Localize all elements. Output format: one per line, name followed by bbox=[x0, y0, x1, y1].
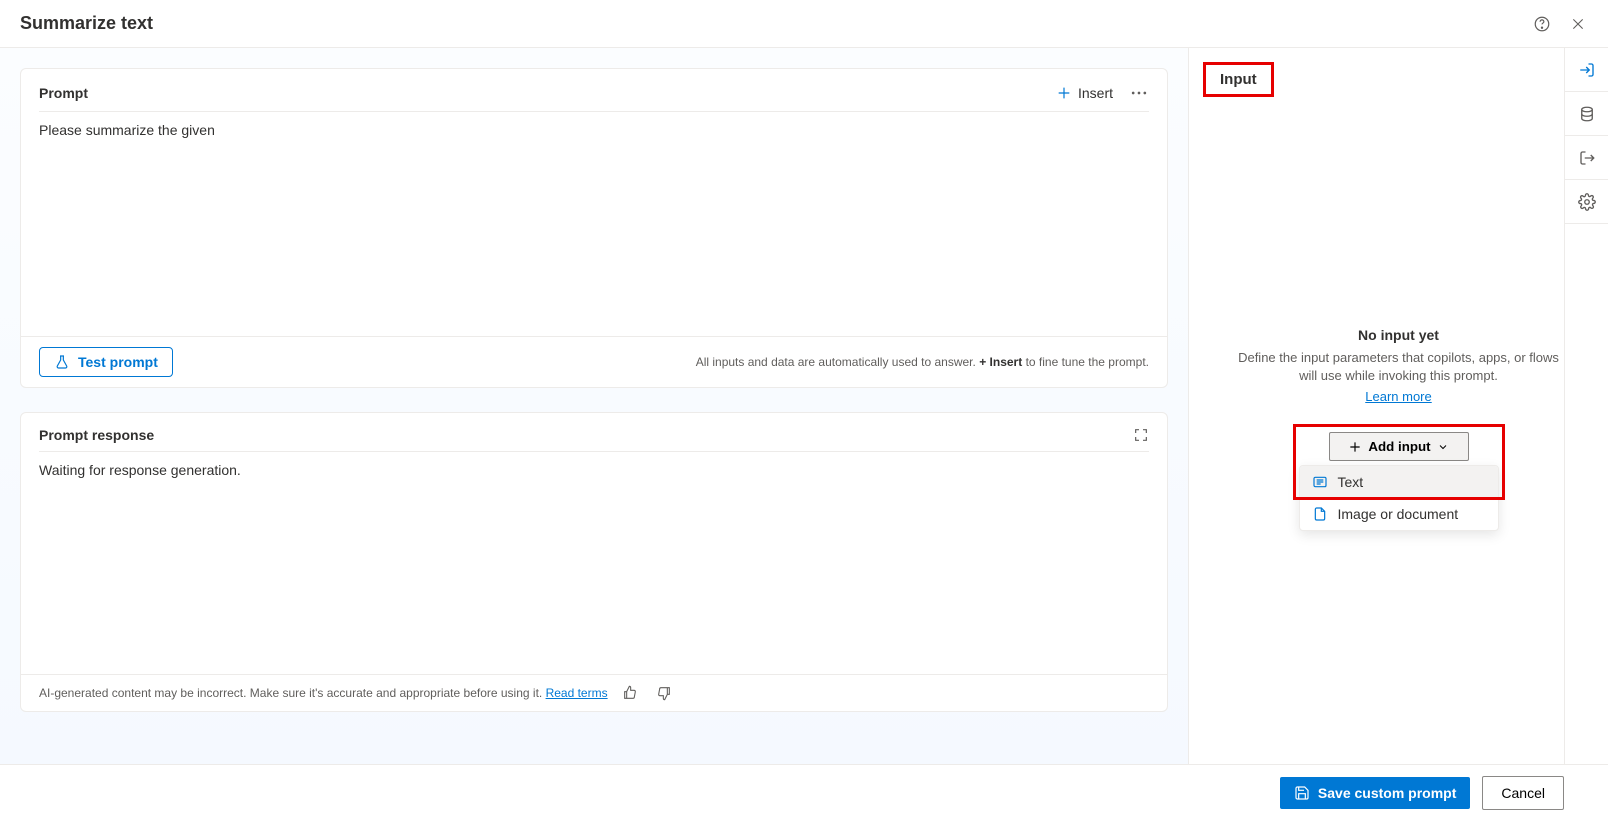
header-bar: Summarize text bbox=[0, 0, 1608, 48]
chevron-down-icon bbox=[1437, 441, 1449, 453]
dropdown-text-label: Text bbox=[1338, 474, 1364, 490]
dropdown-item-text[interactable]: Text bbox=[1300, 466, 1498, 498]
more-button[interactable] bbox=[1129, 83, 1149, 103]
right-rail bbox=[1564, 48, 1608, 764]
empty-description: Define the input parameters that copilot… bbox=[1229, 349, 1568, 385]
rail-input-icon[interactable] bbox=[1565, 48, 1608, 92]
response-title: Prompt response bbox=[39, 427, 154, 443]
page-title: Summarize text bbox=[20, 13, 153, 34]
input-tab[interactable]: Input bbox=[1203, 62, 1274, 97]
document-icon bbox=[1312, 506, 1328, 522]
dropdown-item-image[interactable]: Image or document bbox=[1300, 498, 1498, 530]
add-input-group: Add input Text Image or document bbox=[1299, 432, 1499, 531]
response-footer: AI-generated content may be incorrect. M… bbox=[21, 674, 1167, 711]
thumbs-down-icon[interactable] bbox=[656, 685, 672, 701]
rail-data-icon[interactable] bbox=[1565, 92, 1608, 136]
bottom-bar: Save custom prompt Cancel bbox=[0, 764, 1608, 820]
save-label: Save custom prompt bbox=[1318, 785, 1456, 801]
response-card: Prompt response Waiting for response gen… bbox=[20, 412, 1168, 712]
rail-output-icon[interactable] bbox=[1565, 136, 1608, 180]
prompt-header-actions: Insert bbox=[1056, 83, 1149, 103]
insert-button[interactable]: Insert bbox=[1056, 85, 1113, 101]
cancel-button[interactable]: Cancel bbox=[1482, 776, 1564, 810]
add-input-button[interactable]: Add input bbox=[1329, 432, 1469, 461]
add-input-label: Add input bbox=[1368, 439, 1430, 454]
prompt-footer: Test prompt All inputs and data are auto… bbox=[21, 336, 1167, 387]
save-button[interactable]: Save custom prompt bbox=[1280, 777, 1470, 809]
close-icon[interactable] bbox=[1568, 14, 1588, 34]
hint-suffix: to fine tune the prompt. bbox=[1026, 355, 1149, 369]
prompt-card-header: Prompt Insert bbox=[39, 69, 1149, 112]
empty-title: No input yet bbox=[1229, 327, 1568, 343]
read-terms-link[interactable]: Read terms bbox=[546, 686, 608, 700]
prompt-body[interactable]: Please summarize the given bbox=[21, 112, 1167, 336]
add-input-dropdown: Text Image or document bbox=[1299, 465, 1499, 531]
help-icon[interactable] bbox=[1532, 14, 1552, 34]
input-panel: Input No input yet Define the input para… bbox=[1188, 48, 1608, 764]
left-column: Prompt Insert Please summarize the given… bbox=[0, 48, 1188, 764]
plus-icon bbox=[1348, 440, 1362, 454]
disclaimer-text: AI-generated content may be incorrect. M… bbox=[39, 686, 546, 700]
input-empty-state: No input yet Define the input parameters… bbox=[1189, 327, 1608, 404]
dropdown-image-label: Image or document bbox=[1338, 506, 1459, 522]
prompt-card: Prompt Insert Please summarize the given… bbox=[20, 68, 1168, 388]
text-icon bbox=[1312, 474, 1328, 490]
response-card-header: Prompt response bbox=[39, 413, 1149, 452]
response-disclaimer: AI-generated content may be incorrect. M… bbox=[39, 686, 608, 700]
save-icon bbox=[1294, 785, 1310, 801]
more-horizontal-icon bbox=[1129, 83, 1149, 103]
plus-icon bbox=[1056, 85, 1072, 101]
test-prompt-button[interactable]: Test prompt bbox=[39, 347, 173, 377]
thumbs-up-icon[interactable] bbox=[622, 685, 638, 701]
expand-icon[interactable] bbox=[1133, 427, 1149, 443]
hint-plus: + bbox=[979, 355, 986, 369]
main-area: Prompt Insert Please summarize the given… bbox=[0, 48, 1608, 764]
hint-insert: Insert bbox=[990, 355, 1023, 369]
flask-icon bbox=[54, 354, 70, 370]
header-actions bbox=[1532, 14, 1588, 34]
prompt-hint: All inputs and data are automatically us… bbox=[696, 355, 1149, 369]
rail-settings-icon[interactable] bbox=[1565, 180, 1608, 224]
hint-prefix: All inputs and data are automatically us… bbox=[696, 355, 980, 369]
response-body: Waiting for response generation. bbox=[21, 452, 1167, 674]
feedback-icons bbox=[622, 685, 672, 701]
prompt-title: Prompt bbox=[39, 85, 88, 101]
test-prompt-label: Test prompt bbox=[78, 354, 158, 370]
insert-label: Insert bbox=[1078, 85, 1113, 101]
learn-more-link[interactable]: Learn more bbox=[1229, 389, 1568, 404]
